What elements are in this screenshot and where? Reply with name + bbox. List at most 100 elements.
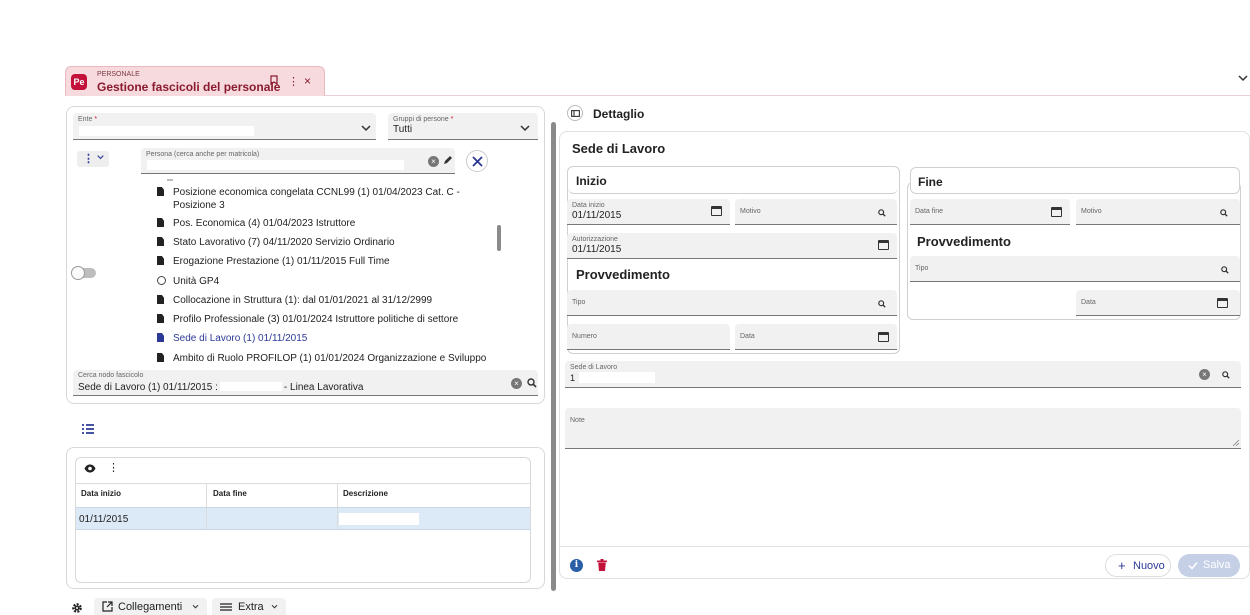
tree-item-label: Erogazione Prestazione (1) 01/11/2015 Fu… bbox=[173, 256, 390, 267]
data-provv-fine-field[interactable]: Data bbox=[1076, 290, 1240, 316]
data-provv-inizio-field[interactable]: Data bbox=[735, 324, 897, 350]
panel-splitter[interactable] bbox=[551, 122, 556, 591]
toggle-panel-button[interactable] bbox=[567, 105, 583, 121]
numero-label: Numero bbox=[572, 333, 597, 340]
calendar-icon[interactable] bbox=[1051, 207, 1062, 217]
motivo-fine-field[interactable]: Motivo bbox=[1076, 199, 1240, 225]
tree-item-label: Profilo Professionale (3) 01/01/2024 Ist… bbox=[173, 314, 459, 325]
tree-item-posizione-economica[interactable]: Posizione economica congelata CCNL99 (1)… bbox=[157, 187, 460, 198]
side-panel-icon bbox=[571, 110, 580, 117]
clear-icon[interactable]: × bbox=[428, 156, 439, 167]
toggle-switch[interactable] bbox=[71, 266, 96, 280]
tipo-label: Tipo bbox=[915, 265, 929, 272]
search-icon[interactable] bbox=[1222, 371, 1230, 379]
toggle-knob bbox=[71, 266, 85, 280]
tree-item-label: Sede di Lavoro (1) 01/11/2015 bbox=[173, 333, 308, 344]
tree-menu-button[interactable]: ⋮ bbox=[77, 151, 109, 167]
trash-icon[interactable] bbox=[597, 559, 607, 571]
column-header-data-fine[interactable]: Data fine bbox=[213, 489, 247, 498]
document-icon bbox=[157, 218, 164, 227]
close-tab-icon[interactable]: × bbox=[304, 74, 311, 88]
calendar-icon[interactable] bbox=[1217, 298, 1228, 308]
note-label: Note bbox=[570, 417, 585, 424]
settings-icon[interactable] bbox=[71, 602, 83, 614]
chevron-down-icon bbox=[271, 604, 278, 609]
tree-item-unita[interactable]: Unità GP4 bbox=[157, 276, 219, 287]
detail-title: Sede di Lavoro bbox=[572, 141, 666, 156]
motivo-inizio-field[interactable]: Motivo bbox=[735, 199, 897, 225]
tipo-provv-inizio-field[interactable]: Tipo bbox=[567, 290, 897, 316]
resize-handle-icon[interactable] bbox=[1233, 440, 1239, 446]
tree-item-stato-lavorativo[interactable]: Stato Lavorativo (7) 04/11/2020 Servizio… bbox=[157, 237, 395, 248]
calendar-icon[interactable] bbox=[711, 206, 722, 216]
search-icon[interactable] bbox=[527, 378, 537, 388]
chevron-down-icon[interactable] bbox=[1238, 74, 1248, 82]
eye-icon[interactable] bbox=[84, 464, 96, 473]
tab-bar: Pe PERSONALE Gestione fascicoli del pers… bbox=[65, 66, 1250, 96]
persona-label: Persona (cerca anche per matricola) bbox=[146, 151, 260, 158]
autorizzazione-field[interactable]: Autorizzazione 01/11/2015 bbox=[567, 233, 897, 259]
calendar-icon[interactable] bbox=[878, 240, 889, 250]
tree-item-pos-economica[interactable]: Pos. Economica (4) 01/04/2023 Istruttore bbox=[157, 218, 355, 229]
sede-di-lavoro-field[interactable]: Sede di Lavoro 1 × bbox=[565, 361, 1241, 388]
table-row[interactable]: 01/11/2015 bbox=[76, 507, 530, 530]
tree-item-erogazione-prestazione[interactable]: Erogazione Prestazione (1) 01/11/2015 Fu… bbox=[157, 256, 390, 267]
column-header-data-inizio[interactable]: Data inizio bbox=[81, 489, 121, 498]
data-inizio-label: Data inizio bbox=[572, 202, 605, 209]
open-in-new-icon bbox=[102, 601, 113, 612]
edit-icon[interactable] bbox=[443, 155, 453, 165]
tree-item-ambito-di-ruolo[interactable]: Ambito di Ruolo PROFILOP (1) 01/01/2024 … bbox=[157, 353, 486, 364]
search-icon[interactable] bbox=[878, 300, 886, 308]
collegamenti-menu[interactable]: Collegamenti bbox=[94, 598, 207, 615]
note-textarea[interactable]: Note bbox=[565, 408, 1241, 449]
clear-icon[interactable]: × bbox=[1199, 369, 1210, 380]
document-icon bbox=[157, 256, 164, 265]
grid-menu-icon[interactable]: ⋮ bbox=[108, 461, 119, 474]
cerca-nodo-field[interactable]: Cerca nodo fascicolo Sede di Lavoro (1) … bbox=[73, 370, 538, 396]
gruppi-label-text: Gruppi di persone bbox=[393, 116, 449, 123]
info-icon[interactable]: i bbox=[570, 559, 583, 572]
numero-provv-inizio-field[interactable]: Numero bbox=[567, 324, 730, 350]
extra-menu[interactable]: Extra bbox=[212, 598, 286, 615]
tipo-provv-fine-field[interactable]: Tipo bbox=[910, 256, 1240, 282]
tree-scrollbar[interactable] bbox=[497, 225, 501, 251]
nuovo-button[interactable]: + Nuovo bbox=[1105, 554, 1171, 577]
list-icon[interactable] bbox=[82, 424, 94, 434]
salva-label: Salva bbox=[1203, 559, 1231, 571]
tree-item-collocazione[interactable]: Collocazione in Struttura (1): dal 01/01… bbox=[157, 295, 432, 306]
data-inizio-field[interactable]: Data inizio 01/11/2015 bbox=[567, 199, 730, 225]
search-icon[interactable] bbox=[1221, 266, 1229, 274]
tab-menu-icon[interactable]: ⋮ bbox=[288, 75, 299, 88]
chevron-down-icon bbox=[192, 604, 199, 609]
search-icon[interactable] bbox=[878, 209, 886, 217]
cerca-nodo-redacted bbox=[219, 382, 282, 391]
sede-value: 1 bbox=[570, 373, 576, 383]
gruppi-persone-select[interactable]: Gruppi di persone * Tutti bbox=[388, 113, 538, 140]
column-header-descrizione[interactable]: Descrizione bbox=[343, 489, 388, 498]
nuovo-label: Nuovo bbox=[1133, 560, 1165, 572]
close-person-button[interactable] bbox=[466, 150, 488, 172]
bookmark-icon[interactable] bbox=[270, 75, 278, 85]
tab-gestione-fascicoli[interactable]: Pe PERSONALE Gestione fascicoli del pers… bbox=[65, 66, 325, 96]
tree-item-continuation: Posizione 3 bbox=[173, 200, 225, 211]
clear-icon[interactable]: × bbox=[511, 378, 522, 389]
data-label: Data bbox=[1081, 299, 1096, 306]
data-fine-field[interactable]: Data fine bbox=[910, 199, 1070, 225]
tree-item-sede-di-lavoro[interactable]: Sede di Lavoro (1) 01/11/2015 bbox=[157, 333, 307, 344]
column-separator bbox=[206, 483, 207, 507]
search-icon[interactable] bbox=[1220, 209, 1228, 217]
column-separator bbox=[337, 483, 338, 507]
detail-card: Sede di Lavoro Inizio Data inizio 01/11/… bbox=[559, 131, 1250, 579]
autorizzazione-label: Autorizzazione bbox=[572, 236, 618, 243]
tree-item-profilo-professionale[interactable]: Profilo Professionale (3) 01/01/2024 Ist… bbox=[157, 314, 458, 325]
persona-search-field[interactable]: Persona (cerca anche per matricola) × bbox=[141, 148, 455, 174]
cerca-nodo-value-b: - Linea Lavorativa bbox=[283, 382, 364, 393]
cerca-nodo-value-a: Sede di Lavoro (1) 01/11/2015 : bbox=[78, 382, 218, 393]
chevron-down-icon bbox=[361, 124, 371, 132]
ente-select[interactable]: Ente * bbox=[73, 113, 376, 140]
data-inizio-value: 01/11/2015 bbox=[572, 210, 622, 221]
dettaglio-header: Dettaglio bbox=[593, 107, 645, 121]
salva-button[interactable]: Salva bbox=[1178, 554, 1240, 577]
chevron-down-icon bbox=[520, 124, 530, 132]
calendar-icon[interactable] bbox=[878, 332, 889, 342]
